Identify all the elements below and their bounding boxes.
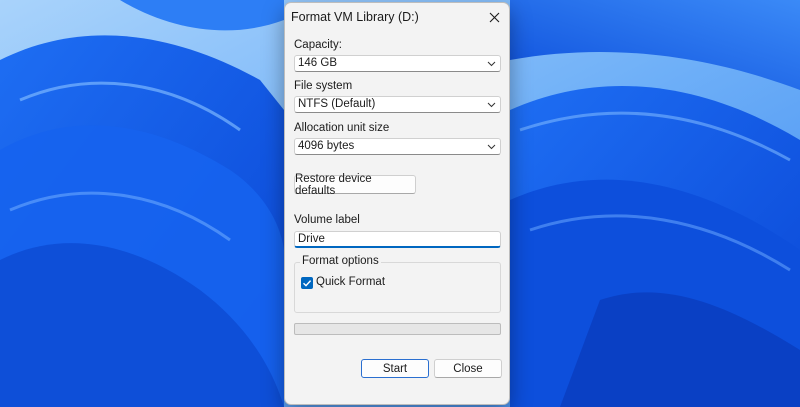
chevron-down-icon (487, 144, 496, 150)
format-options-legend: Format options (300, 255, 381, 267)
capacity-dropdown[interactable]: 146 GB (294, 55, 501, 72)
checkmark-icon (303, 280, 312, 287)
file-system-dropdown[interactable]: NTFS (Default) (294, 96, 501, 113)
format-dialog: Format VM Library (D:) Capacity: 146 GB … (284, 2, 510, 405)
file-system-label: File system (294, 80, 353, 92)
close-icon (489, 12, 499, 22)
volume-label-label: Volume label (294, 214, 360, 226)
restore-device-defaults-button[interactable]: Restore device defaults (294, 173, 416, 197)
allocation-unit-dropdown[interactable]: 4096 bytes (294, 138, 501, 155)
format-progress-bar (294, 323, 501, 335)
format-options-group: Format options Quick Format (294, 255, 501, 313)
allocation-unit-label: Allocation unit size (294, 122, 390, 134)
start-button[interactable]: Start (361, 359, 429, 378)
volume-label-input[interactable]: Drive (294, 231, 501, 248)
chevron-down-icon (487, 61, 496, 67)
title-bar[interactable]: Format VM Library (D:) (285, 3, 509, 33)
volume-label-value: Drive (298, 233, 325, 245)
quick-format-label[interactable]: Quick Format (316, 276, 385, 288)
capacity-value: 146 GB (298, 57, 337, 69)
quick-format-checkbox[interactable] (301, 277, 313, 289)
close-window-button[interactable] (479, 3, 509, 31)
close-button[interactable]: Close (434, 359, 502, 378)
file-system-value: NTFS (Default) (298, 98, 376, 110)
allocation-unit-value: 4096 bytes (298, 140, 355, 152)
capacity-label: Capacity: (294, 39, 342, 51)
chevron-down-icon (487, 102, 496, 108)
dialog-title: Format VM Library (D:) (291, 10, 419, 24)
